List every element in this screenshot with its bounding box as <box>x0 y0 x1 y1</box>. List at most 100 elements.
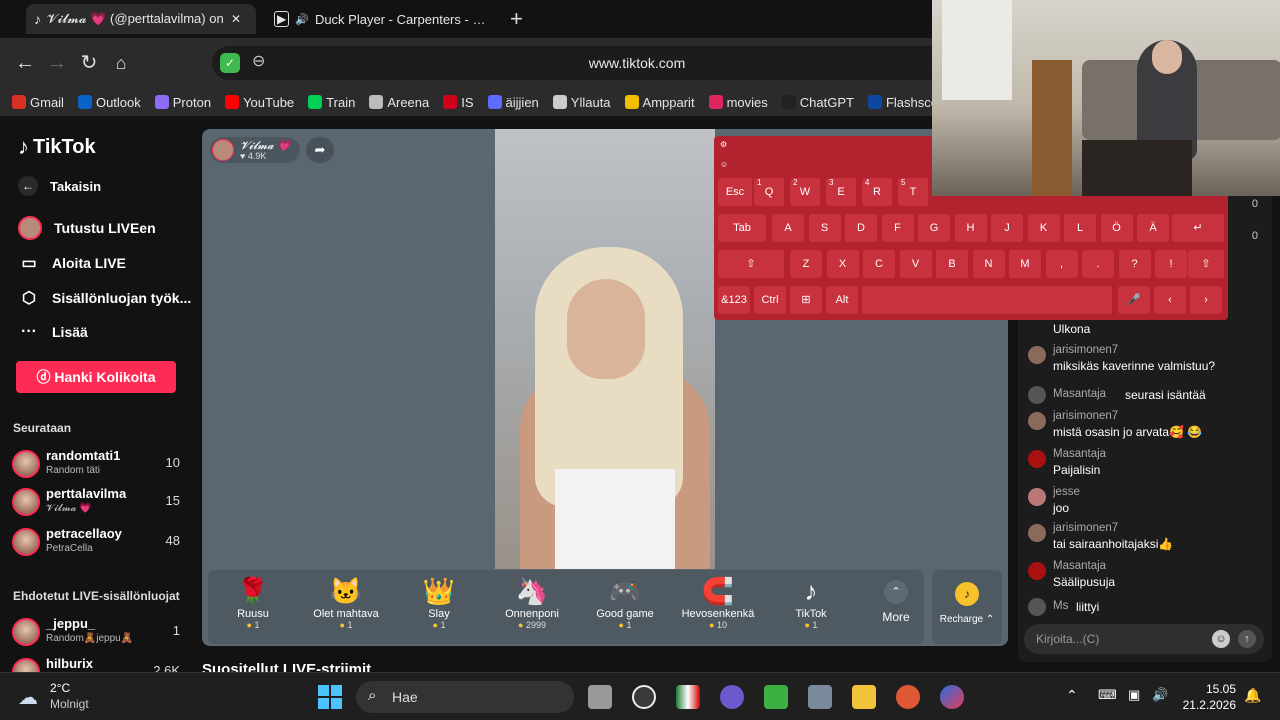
tiktok-logo[interactable]: ♪ TikTok <box>18 134 96 160</box>
chat-username[interactable]: jarisimonen7 <box>1053 410 1118 422</box>
close-icon[interactable]: ✕ <box>231 12 241 26</box>
keyboard-key[interactable]: ⇧ <box>718 250 784 278</box>
back-icon[interactable]: ← <box>12 50 38 76</box>
gift-item[interactable]: 🌹 Ruusu ● 1 <box>208 574 298 630</box>
keyboard-key[interactable]: ? <box>1118 250 1151 278</box>
avatar[interactable] <box>1028 386 1046 404</box>
recharge-button[interactable]: ♪ Recharge ⌃ <box>932 570 1002 644</box>
following-item[interactable]: randomtati1 Random täti 10 <box>12 448 182 484</box>
bookmark-item[interactable]: äijjien <box>487 95 539 110</box>
sidebar-item-explore-live[interactable]: Tutustu LIVEen <box>18 216 156 240</box>
keyboard-key[interactable]: . <box>1082 250 1114 278</box>
host-info[interactable]: 𝓥𝓲𝓵𝓶𝓪 💗 ♥ 4.9K <box>210 137 300 163</box>
tab-tiktok[interactable]: ♪ 𝓥𝓲𝓵𝓶𝓪 💗 (@perttalavilma) on ✕ <box>26 4 256 34</box>
bookmark-item[interactable]: Proton <box>154 95 211 110</box>
forward-icon[interactable]: → <box>44 50 70 76</box>
notification-icon[interactable]: 🔔 <box>1244 687 1261 704</box>
new-tab-button[interactable]: + <box>510 6 523 32</box>
more-gifts-button[interactable]: ⌃ More <box>872 580 920 624</box>
bookmark-item[interactable]: IS <box>443 95 474 110</box>
keyboard-key[interactable]: S <box>808 214 841 242</box>
bookmark-item[interactable]: Train <box>308 95 355 110</box>
get-coins-button[interactable]: ⓓ Hanki Kolikoita <box>16 361 176 393</box>
chat-username[interactable]: Masantaja <box>1053 560 1106 572</box>
keyboard-key[interactable]: J <box>991 214 1023 242</box>
keyboard-key[interactable]: L <box>1064 214 1096 242</box>
keyboard-key[interactable]: F <box>881 214 914 242</box>
speaker-icon[interactable]: 🔊 <box>1152 687 1168 703</box>
gift-item[interactable]: 🐱 Olet mahtava ● 1 <box>301 574 391 630</box>
settings-icon[interactable]: ⚙ <box>720 140 727 149</box>
weather-text[interactable]: Molnigt <box>50 697 89 711</box>
chat-username[interactable]: Ms <box>1053 600 1068 612</box>
keyboard-key[interactable]: C <box>863 250 895 278</box>
network-icon[interactable]: ▣ <box>1128 687 1140 703</box>
duckduckgo-icon[interactable] <box>896 685 920 709</box>
task-view-icon[interactable] <box>588 685 612 709</box>
avatar[interactable] <box>1028 488 1046 506</box>
avatar[interactable] <box>212 139 234 161</box>
calculator-icon[interactable] <box>808 685 832 709</box>
clock[interactable]: 15.05 21.2.2026 <box>1183 681 1236 713</box>
bookmark-item[interactable]: Areena <box>369 95 429 110</box>
gift-item[interactable]: ♪ TikTok ● 1 <box>766 574 856 630</box>
bookmark-item[interactable]: movies <box>708 95 768 110</box>
gift-item[interactable]: 👑 Slay ● 1 <box>394 574 484 630</box>
following-item[interactable]: petracellaoy PetraCella 48 <box>12 526 182 562</box>
chat-username[interactable]: jesse <box>1053 486 1080 498</box>
avatar[interactable] <box>1028 412 1046 430</box>
avatar[interactable] <box>1028 562 1046 580</box>
keyboard-key[interactable]: A <box>772 214 804 242</box>
app-icon[interactable] <box>676 685 700 709</box>
keyboard-key[interactable]: ⊞ <box>790 286 822 314</box>
folder-icon[interactable] <box>852 685 876 709</box>
keyboard-key[interactable]: X <box>826 250 859 278</box>
share-icon[interactable]: ➦ <box>306 137 334 163</box>
live-video[interactable] <box>495 129 715 569</box>
keyboard-key[interactable]: W2 <box>790 178 820 206</box>
keyboard-key[interactable]: ‹ <box>1154 286 1186 314</box>
start-icon[interactable] <box>318 685 342 709</box>
tab-duck-player[interactable]: ▶ 🔊 Duck Player - Carpenters - Rain <box>266 4 496 34</box>
keyboard-key[interactable]: ! <box>1155 250 1187 278</box>
emoji-icon[interactable]: ☺ <box>720 160 728 169</box>
avatar[interactable] <box>1028 450 1046 468</box>
avatar[interactable] <box>1028 524 1046 542</box>
app-icon[interactable] <box>764 685 788 709</box>
send-icon[interactable]: ↑ <box>1238 630 1256 648</box>
bookmark-item[interactable]: YouTube <box>225 95 294 110</box>
suggested-item[interactable]: _jeppu_ Random🧸jeppu🧸 1 <box>12 616 182 652</box>
keyboard-key[interactable]: H <box>954 214 987 242</box>
keyboard-key[interactable]: Ä <box>1137 214 1169 242</box>
avatar[interactable] <box>1028 346 1046 364</box>
chat-username[interactable]: jarisimonen7 <box>1053 344 1118 356</box>
keyboard-key[interactable]: Ctrl <box>754 286 786 314</box>
emoji-icon[interactable]: ☺ <box>1212 630 1230 648</box>
chat-username[interactable]: Masantaja <box>1053 448 1106 460</box>
sidebar-item-creator-tools[interactable]: ⬡ Sisällönluojan työk... <box>18 288 191 308</box>
sidebar-item-more[interactable]: ··· Lisää <box>18 323 88 341</box>
back-button[interactable]: ← Takaisin <box>18 176 101 196</box>
keyboard-key[interactable]: Q1 <box>754 178 784 206</box>
home-icon[interactable]: ⌂ <box>108 50 134 76</box>
keyboard-key[interactable]: E3 <box>826 178 856 206</box>
keyboard-key[interactable]: B <box>936 250 968 278</box>
reload-icon[interactable]: ↻ <box>76 50 102 76</box>
chat-input[interactable]: Kirjoita...(C) ☺ ↑ <box>1024 624 1264 654</box>
keyboard-icon[interactable]: ⌨ <box>1098 687 1117 703</box>
keyboard-key[interactable]: N <box>972 250 1005 278</box>
bookmark-item[interactable]: Ampparit <box>624 95 695 110</box>
keyboard-key[interactable]: K <box>1027 214 1060 242</box>
chevron-up-icon[interactable]: ⌃ <box>1066 687 1078 704</box>
keyboard-key[interactable]: Ö <box>1100 214 1133 242</box>
app-icon[interactable] <box>940 685 964 709</box>
keyboard-key[interactable]: ⇧ <box>1188 250 1224 278</box>
gift-item[interactable]: 🎮 Good game ● 1 <box>580 574 670 630</box>
bookmark-item[interactable]: Outlook <box>77 95 141 110</box>
bookmark-item[interactable]: ChatGPT <box>781 95 854 110</box>
keyboard-key[interactable]: R4 <box>862 178 892 206</box>
bookmark-item[interactable]: Yllauta <box>552 95 611 110</box>
chat-username[interactable]: Masantaja <box>1053 388 1106 400</box>
search-bar[interactable]: ⌕ Hae <box>356 681 574 713</box>
bookmark-item[interactable]: Gmail <box>12 95 64 110</box>
